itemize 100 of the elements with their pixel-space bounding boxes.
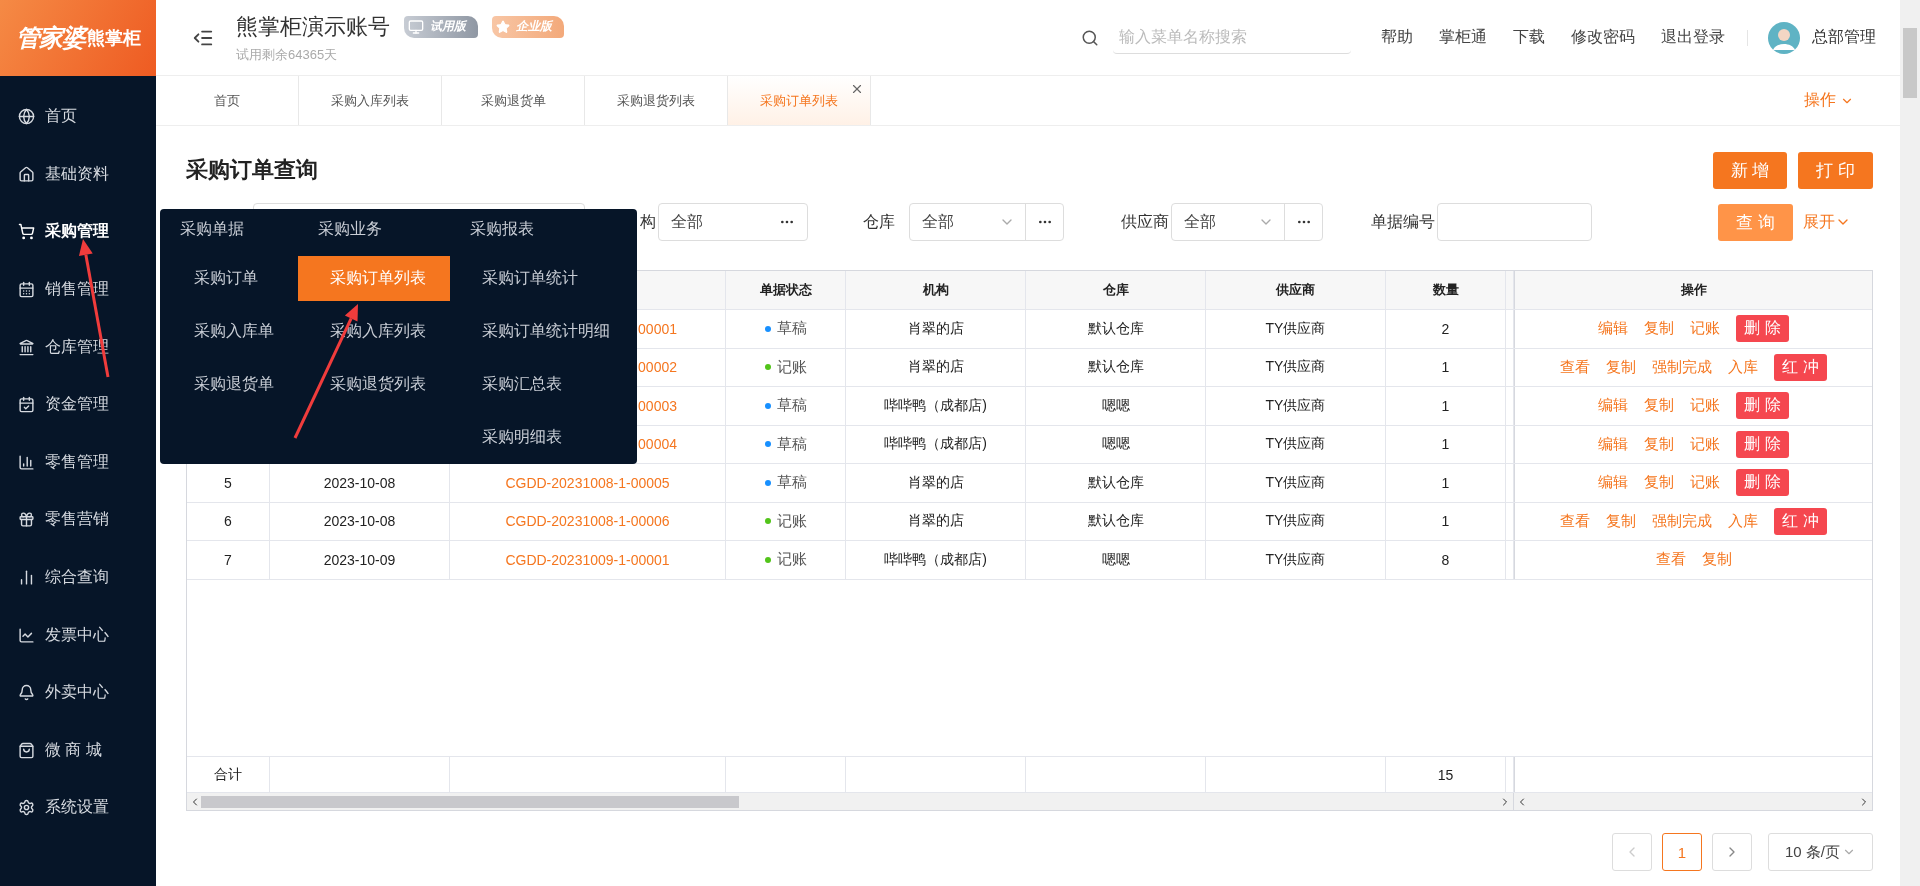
cart-icon (18, 223, 35, 241)
row-action-link[interactable]: 复制 (1644, 473, 1675, 493)
horizontal-scrollbar[interactable] (1514, 793, 1872, 810)
table-cell: 8 (1441, 551, 1450, 568)
danger-button[interactable]: 删 除 (1736, 315, 1789, 343)
row-action-link[interactable]: 强制完成 (1652, 357, 1713, 377)
row-action-link[interactable]: 复制 (1701, 550, 1732, 570)
calendar-icon (18, 281, 35, 299)
user-avatar[interactable] (1768, 21, 1800, 54)
row-action-link[interactable]: 查看 (1560, 511, 1591, 531)
row-action-link[interactable]: 记账 (1690, 396, 1721, 416)
sidebar-item[interactable]: 零售营销 (0, 491, 156, 549)
row-action-link[interactable]: 复制 (1644, 434, 1675, 454)
order-number-link[interactable]: 00002 (638, 359, 677, 376)
sidebar-item[interactable]: 零售管理 (0, 433, 156, 492)
table-cell: 肖翠的店 (907, 473, 964, 492)
row-action-link[interactable]: 查看 (1560, 357, 1591, 377)
danger-button[interactable]: 删 除 (1736, 392, 1789, 420)
expand-link[interactable]: 展开 (1803, 211, 1851, 233)
row-action-link[interactable]: 强制完成 (1652, 511, 1713, 531)
table-cell: 肖翠的店 (907, 319, 964, 338)
table-cell: 默认仓库 (1087, 319, 1144, 338)
filter-label: 单据编号 (1371, 211, 1435, 232)
table-cell: 1 (1441, 359, 1450, 376)
order-number-link[interactable]: CGDD-20231008-1-00006 (505, 513, 670, 530)
page-scrollbar[interactable] (1900, 0, 1920, 886)
row-action-link[interactable]: 记账 (1690, 434, 1721, 454)
sidebar-item[interactable]: 外卖中心 (0, 663, 156, 722)
menu-group-title: 采购单据 (179, 219, 245, 239)
menu-item[interactable]: 采购退货单 (160, 362, 298, 407)
order-number-link[interactable]: 00001 (638, 320, 677, 337)
gift-icon (18, 511, 35, 529)
menu-item[interactable]: 采购退货列表 (298, 362, 450, 407)
filter-label: 仓库 (863, 211, 895, 232)
tab-actions-menu[interactable]: 操作 (1804, 90, 1854, 111)
header-link[interactable]: 掌柜通 (1439, 27, 1487, 48)
filter-label: 供应商 (1121, 211, 1169, 232)
page-number-button[interactable]: 1 (1662, 833, 1702, 871)
sidebar-item[interactable]: 资金管理 (0, 375, 156, 434)
logo: 管家婆熊掌柜 (0, 0, 156, 76)
table-cell: 2023-10-08 (323, 474, 396, 491)
menu-item[interactable]: 采购订单 (160, 256, 298, 301)
order-number-field[interactable] (1437, 203, 1592, 241)
order-number-link[interactable]: CGDD-20231008-1-00005 (505, 474, 670, 491)
row-action-link[interactable]: 入库 (1728, 511, 1759, 531)
user-name[interactable]: 总部管理 (1812, 27, 1876, 48)
search-button[interactable]: 查 询 (1718, 203, 1793, 241)
danger-button[interactable]: 删 除 (1736, 469, 1789, 497)
danger-button[interactable]: 红 冲 (1774, 353, 1827, 381)
warehouse-select[interactable]: 全部 (909, 203, 1064, 241)
row-action-link[interactable]: 查看 (1655, 550, 1686, 570)
row-action-link[interactable]: 记账 (1690, 473, 1721, 493)
danger-button[interactable]: 删 除 (1736, 430, 1789, 458)
row-action-link[interactable]: 编辑 (1598, 396, 1629, 416)
row-action-link[interactable]: 复制 (1644, 396, 1675, 416)
table-cell: 7 (224, 551, 232, 568)
row-action-link[interactable]: 复制 (1606, 511, 1637, 531)
sidebar-item[interactable]: 发票中心 (0, 606, 156, 664)
row-action-link[interactable]: 编辑 (1598, 434, 1629, 454)
org-select[interactable]: 全部 (658, 203, 808, 241)
horizontal-scrollbar[interactable] (187, 793, 1514, 810)
sidebar-item[interactable]: 系统设置 (0, 779, 156, 837)
action-button[interactable]: 新 增 (1712, 151, 1788, 189)
page-title: 采购订单查询 (186, 156, 318, 184)
row-action-link[interactable]: 记账 (1690, 319, 1721, 339)
row-action-link[interactable]: 复制 (1606, 357, 1637, 377)
supplier-select[interactable]: 全部 (1171, 203, 1323, 241)
order-number-link[interactable]: CGDD-20231009-1-00001 (505, 551, 670, 568)
menu-item[interactable]: 采购汇总表 (450, 362, 637, 407)
table-cell: 5 (224, 474, 232, 491)
action-button[interactable]: 打 印 (1798, 151, 1873, 189)
menu-item[interactable]: 采购入库单 (160, 309, 298, 354)
close-icon[interactable] (850, 82, 864, 96)
menu-item[interactable]: 采购明细表 (450, 415, 637, 460)
header-link[interactable]: 修改密码 (1571, 27, 1635, 48)
sidebar-item[interactable]: 综合查询 (0, 548, 156, 607)
table-cell: 肖翠的店 (907, 512, 964, 531)
row-action-link[interactable]: 编辑 (1598, 473, 1629, 493)
sidebar-item[interactable]: 微 商 城 (0, 721, 156, 780)
menu-item[interactable]: 采购订单列表 (298, 256, 450, 301)
bank-icon (18, 338, 35, 356)
header-link[interactable]: 下载 (1513, 27, 1545, 48)
page-size-select[interactable]: 10 条/页 (1768, 833, 1873, 871)
sidebar-item[interactable]: 采购管理 (0, 203, 156, 261)
row-action-link[interactable]: 编辑 (1598, 319, 1629, 339)
menu-item[interactable]: 采购订单统计明细 (450, 309, 637, 354)
sidebar-item[interactable]: 基础资料 (0, 145, 156, 204)
row-action-link[interactable]: 入库 (1728, 357, 1759, 377)
header-link[interactable]: 帮助 (1381, 27, 1413, 48)
danger-button[interactable]: 红 冲 (1774, 507, 1827, 535)
menu-item[interactable]: 采购订单统计 (450, 256, 637, 301)
header-link[interactable]: 退出登录 (1661, 27, 1725, 48)
table-cell: 1 (1441, 436, 1450, 453)
sidebar-item[interactable]: 首页 (0, 88, 156, 146)
order-number-link[interactable]: 00004 (638, 436, 677, 453)
table-cell: 默认仓库 (1087, 358, 1144, 377)
page-tab[interactable]: 采购订单列表 (728, 76, 871, 125)
row-action-link[interactable]: 复制 (1644, 319, 1675, 339)
order-number-link[interactable]: 00003 (638, 397, 677, 414)
table-cell: 1 (1441, 513, 1450, 530)
